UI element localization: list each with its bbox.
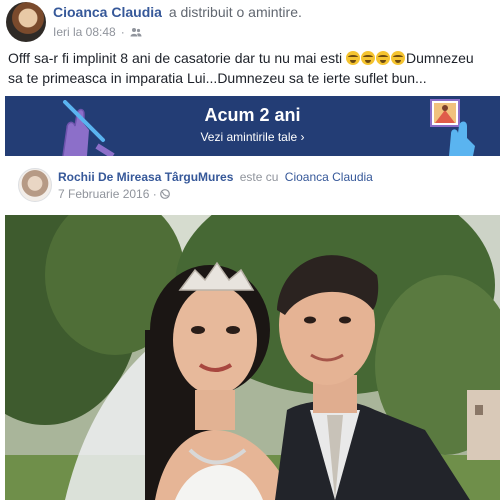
crying-face-emoji [360, 51, 375, 65]
shared-post-meta: 7 Februarie 2016 · [58, 187, 170, 201]
post-text-line1-end: Dumnezeu [405, 50, 474, 66]
memory-post: Cioanca Claudia a distribuit o amintire.… [0, 0, 500, 500]
post-header: Cioanca Claudia a distribuit o amintire. [53, 4, 302, 20]
crying-face-emoji [345, 51, 360, 65]
author-avatar[interactable] [6, 2, 46, 42]
meta-separator: · [152, 187, 157, 201]
photo-card-icon [430, 99, 475, 156]
author-action: a distribuit o amintire. [168, 4, 302, 20]
shared-with-text: este cu [239, 170, 279, 184]
author-name[interactable]: Cioanca Claudia [53, 4, 162, 20]
globe-icon [160, 189, 170, 199]
post-text: Offf sa-r fi implinit 8 ani de casatorie… [8, 48, 488, 88]
post-text-line2: sa te primeasca in imparatia Lui...Dumne… [8, 70, 427, 86]
memories-banner[interactable]: Acum 2 ani Vezi amintirile tale › [5, 96, 500, 156]
post-timestamp[interactable]: Ieri la 08:48 [53, 25, 116, 39]
post-text-line1: Offf sa-r fi implinit 8 ani de casatorie… [8, 50, 343, 66]
friends-icon [130, 28, 142, 37]
shared-page-avatar[interactable] [18, 168, 52, 202]
shared-page-name[interactable]: Rochii De Mireasa TârguMures [58, 170, 233, 184]
tagged-user-link[interactable]: Cioanca Claudia [285, 170, 373, 184]
wedding-photo[interactable] [5, 215, 500, 500]
crying-face-emoji [390, 51, 405, 65]
meta-separator: · [120, 25, 125, 39]
shared-post-header: Rochii De Mireasa TârguMures este cu Cio… [58, 170, 373, 184]
post-meta: Ieri la 08:48 · [53, 25, 142, 39]
crying-face-emoji [375, 51, 390, 65]
shared-post-date[interactable]: 7 Februarie 2016 [58, 187, 149, 201]
